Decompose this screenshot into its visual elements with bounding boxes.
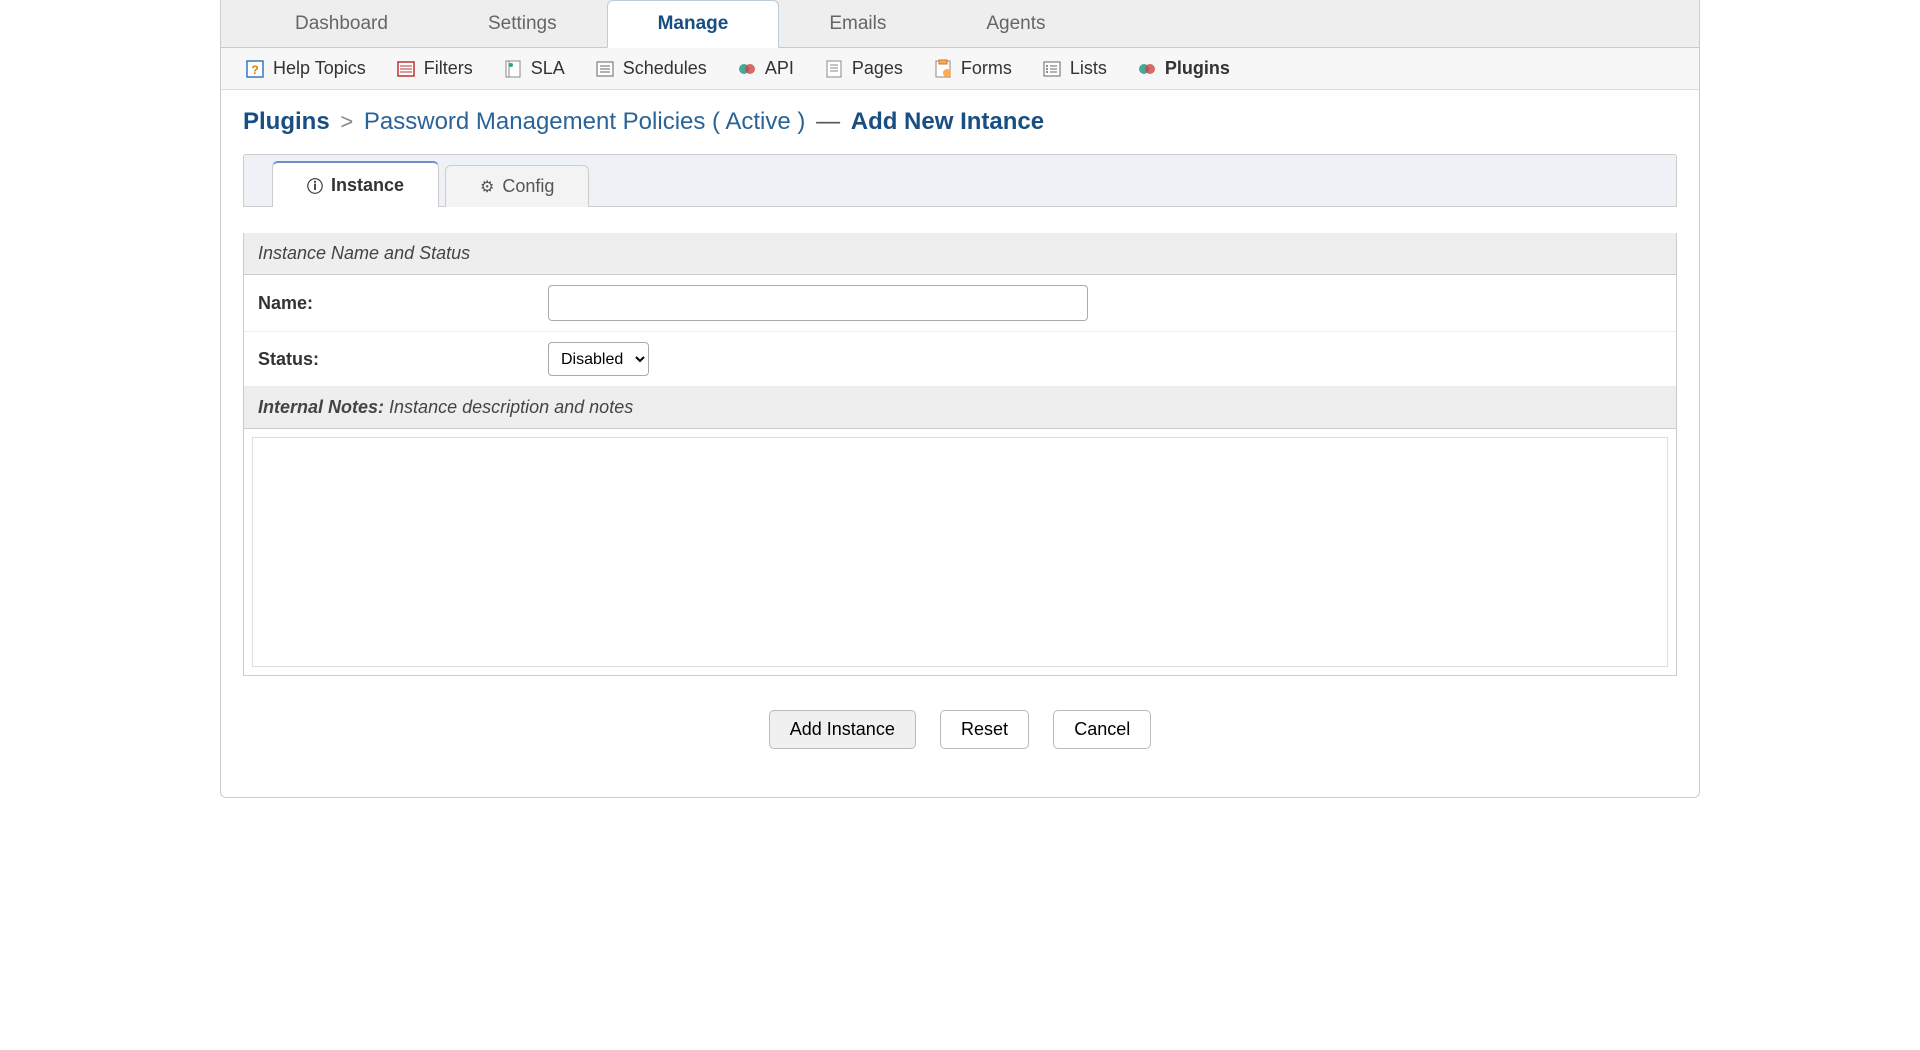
tab-config[interactable]: ⚙ Config	[445, 165, 589, 207]
cancel-button[interactable]: Cancel	[1053, 710, 1151, 749]
topnav-agents[interactable]: Agents	[936, 1, 1095, 47]
subnav-api[interactable]: API	[737, 58, 794, 79]
subnav-schedules[interactable]: Schedules	[595, 58, 707, 79]
name-input[interactable]	[548, 285, 1088, 321]
plugins-icon	[1137, 59, 1157, 79]
filters-icon	[396, 59, 416, 79]
tab-instance[interactable]: ⓘ Instance	[272, 161, 439, 207]
sla-icon	[503, 59, 523, 79]
topnav-dashboard[interactable]: Dashboard	[245, 1, 438, 47]
subnav-filters[interactable]: Filters	[396, 58, 473, 79]
subnav-sla[interactable]: SLA	[503, 58, 565, 79]
status-label: Status:	[258, 349, 548, 370]
subnav-label: Filters	[424, 58, 473, 79]
subnav-lists[interactable]: Lists	[1042, 58, 1107, 79]
subnav-plugins[interactable]: Plugins	[1137, 58, 1230, 79]
svg-text:?: ?	[251, 63, 258, 77]
subnav-label: SLA	[531, 58, 565, 79]
topnav-manage[interactable]: Manage	[607, 0, 780, 48]
lists-icon	[1042, 59, 1062, 79]
app-frame: Dashboard Settings Manage Emails Agents …	[220, 0, 1700, 798]
subnav-label: API	[765, 58, 794, 79]
breadcrumb-root[interactable]: Plugins	[243, 108, 330, 135]
subnav-label: Lists	[1070, 58, 1107, 79]
content-area: Plugins > Password Management Policies (…	[221, 90, 1699, 797]
sub-nav: ? Help Topics Filters SLA Schedules API …	[221, 48, 1699, 90]
api-icon	[737, 59, 757, 79]
tab-label: Config	[502, 176, 554, 197]
pages-icon	[824, 59, 844, 79]
subnav-label: Forms	[961, 58, 1012, 79]
topnav-settings[interactable]: Settings	[438, 1, 607, 47]
row-name: Name:	[244, 275, 1676, 332]
section-notes-header: Internal Notes: Instance description and…	[244, 387, 1676, 429]
subnav-forms[interactable]: Forms	[933, 58, 1012, 79]
help-topics-icon: ?	[245, 59, 265, 79]
notes-editor[interactable]	[252, 437, 1668, 667]
breadcrumb-sep: >	[336, 109, 357, 134]
action-bar: Add Instance Reset Cancel	[243, 700, 1677, 769]
topnav-emails[interactable]: Emails	[779, 1, 936, 47]
notes-header-desc: Instance description and notes	[389, 397, 633, 417]
schedules-icon	[595, 59, 615, 79]
subnav-label: Plugins	[1165, 58, 1230, 79]
breadcrumb: Plugins > Password Management Policies (…	[243, 108, 1677, 136]
subnav-pages[interactable]: Pages	[824, 58, 903, 79]
top-nav: Dashboard Settings Manage Emails Agents	[221, 0, 1699, 48]
subnav-label: Help Topics	[273, 58, 366, 79]
reset-button[interactable]: Reset	[940, 710, 1029, 749]
info-icon: ⓘ	[307, 173, 323, 197]
section-instance-header: Instance Name and Status	[244, 233, 1676, 275]
forms-icon	[933, 59, 953, 79]
subnav-label: Pages	[852, 58, 903, 79]
subnav-label: Schedules	[623, 58, 707, 79]
inner-tab-bar: ⓘ Instance ⚙ Config	[243, 154, 1677, 207]
row-status: Status: Disabled	[244, 332, 1676, 387]
breadcrumb-leaf: Add New Intance	[851, 108, 1044, 135]
subnav-help-topics[interactable]: ? Help Topics	[245, 58, 366, 79]
tab-label: Instance	[331, 175, 404, 196]
add-instance-button[interactable]: Add Instance	[769, 710, 916, 749]
name-label: Name:	[258, 293, 548, 314]
status-select[interactable]: Disabled	[548, 342, 649, 376]
breadcrumb-plugin-name[interactable]: Password Management Policies ( Active )	[364, 108, 806, 135]
notes-header-label: Internal Notes:	[258, 397, 384, 417]
breadcrumb-dash: —	[812, 108, 844, 135]
gear-icon: ⚙	[480, 177, 494, 197]
form-panel: Instance Name and Status Name: Status: D…	[243, 233, 1677, 676]
